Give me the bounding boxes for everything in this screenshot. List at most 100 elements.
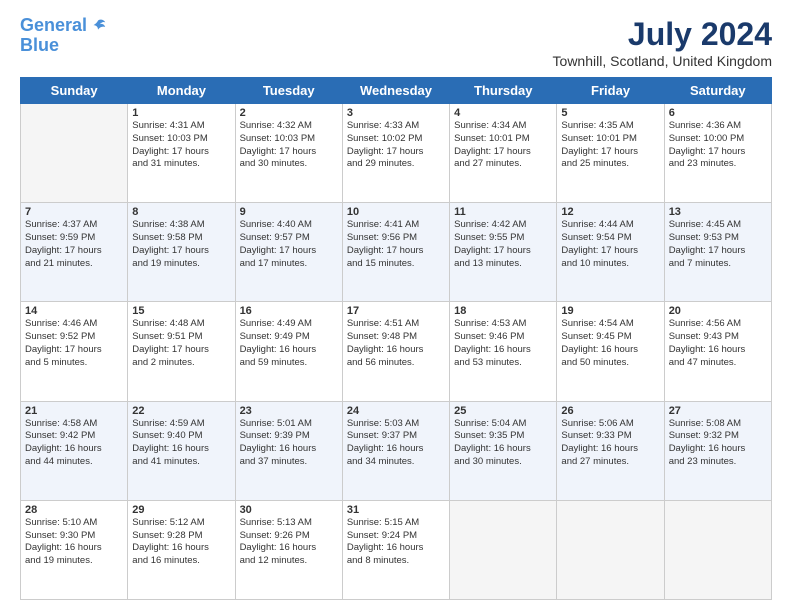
cell-text: Daylight: 17 hours: [561, 146, 659, 159]
cell-text: Sunset: 10:01 PM: [561, 133, 659, 146]
cell-text: Sunrise: 4:33 AM: [347, 120, 445, 133]
month-title: July 2024: [553, 16, 772, 53]
calendar-cell: 12Sunrise: 4:44 AMSunset: 9:54 PMDayligh…: [557, 203, 664, 302]
cell-text: Daylight: 16 hours: [347, 542, 445, 555]
cell-text: Sunrise: 4:31 AM: [132, 120, 230, 133]
calendar-cell: [557, 500, 664, 599]
cell-text: Sunrise: 4:32 AM: [240, 120, 338, 133]
cell-text: and 34 minutes.: [347, 456, 445, 469]
col-header-wednesday: Wednesday: [342, 78, 449, 104]
cell-text: and 59 minutes.: [240, 357, 338, 370]
day-number: 12: [561, 206, 659, 218]
calendar-cell: 8Sunrise: 4:38 AMSunset: 9:58 PMDaylight…: [128, 203, 235, 302]
cell-text: Daylight: 17 hours: [669, 245, 767, 258]
day-number: 22: [132, 405, 230, 417]
cell-text: Daylight: 16 hours: [132, 542, 230, 555]
cell-text: Sunrise: 4:42 AM: [454, 219, 552, 232]
cell-text: Daylight: 16 hours: [240, 542, 338, 555]
cell-text: Sunrise: 4:40 AM: [240, 219, 338, 232]
cell-text: Sunset: 9:39 PM: [240, 430, 338, 443]
calendar-cell: 31Sunrise: 5:15 AMSunset: 9:24 PMDayligh…: [342, 500, 449, 599]
cell-text: Sunrise: 4:41 AM: [347, 219, 445, 232]
cell-text: Sunset: 9:53 PM: [669, 232, 767, 245]
day-number: 8: [132, 206, 230, 218]
day-number: 18: [454, 305, 552, 317]
cell-text: Sunset: 9:46 PM: [454, 331, 552, 344]
calendar-cell: 21Sunrise: 4:58 AMSunset: 9:42 PMDayligh…: [21, 401, 128, 500]
cell-text: Sunrise: 5:13 AM: [240, 517, 338, 530]
cell-text: Sunrise: 5:06 AM: [561, 418, 659, 431]
cell-text: Sunset: 9:30 PM: [25, 530, 123, 543]
cell-text: and 25 minutes.: [561, 158, 659, 171]
cell-text: Daylight: 16 hours: [454, 344, 552, 357]
cell-text: Sunrise: 5:04 AM: [454, 418, 552, 431]
day-number: 5: [561, 107, 659, 119]
cell-text: Sunrise: 4:45 AM: [669, 219, 767, 232]
day-number: 30: [240, 504, 338, 516]
logo-text: General: [20, 16, 87, 36]
day-number: 7: [25, 206, 123, 218]
cell-text: Sunset: 9:56 PM: [347, 232, 445, 245]
cell-text: Daylight: 16 hours: [669, 344, 767, 357]
cell-text: Daylight: 17 hours: [25, 344, 123, 357]
calendar-cell: 30Sunrise: 5:13 AMSunset: 9:26 PMDayligh…: [235, 500, 342, 599]
calendar-cell: 9Sunrise: 4:40 AMSunset: 9:57 PMDaylight…: [235, 203, 342, 302]
cell-text: and 12 minutes.: [240, 555, 338, 568]
day-number: 25: [454, 405, 552, 417]
day-number: 2: [240, 107, 338, 119]
cell-text: Daylight: 17 hours: [132, 344, 230, 357]
cell-text: and 7 minutes.: [669, 258, 767, 271]
day-number: 9: [240, 206, 338, 218]
cell-text: Daylight: 16 hours: [454, 443, 552, 456]
cell-text: Daylight: 17 hours: [454, 146, 552, 159]
cell-text: Sunset: 9:59 PM: [25, 232, 123, 245]
cell-text: Sunset: 9:43 PM: [669, 331, 767, 344]
cell-text: Daylight: 16 hours: [132, 443, 230, 456]
calendar-cell: 16Sunrise: 4:49 AMSunset: 9:49 PMDayligh…: [235, 302, 342, 401]
cell-text: Daylight: 17 hours: [454, 245, 552, 258]
cell-text: Daylight: 16 hours: [561, 344, 659, 357]
day-number: 20: [669, 305, 767, 317]
cell-text: Sunset: 10:03 PM: [132, 133, 230, 146]
calendar-cell: 23Sunrise: 5:01 AMSunset: 9:39 PMDayligh…: [235, 401, 342, 500]
cell-text: and 53 minutes.: [454, 357, 552, 370]
calendar-cell: 26Sunrise: 5:06 AMSunset: 9:33 PMDayligh…: [557, 401, 664, 500]
day-number: 27: [669, 405, 767, 417]
calendar-cell: 13Sunrise: 4:45 AMSunset: 9:53 PMDayligh…: [664, 203, 771, 302]
calendar-cell: 29Sunrise: 5:12 AMSunset: 9:28 PMDayligh…: [128, 500, 235, 599]
calendar-cell: [450, 500, 557, 599]
calendar-cell: 20Sunrise: 4:56 AMSunset: 9:43 PMDayligh…: [664, 302, 771, 401]
calendar-week-row: 1Sunrise: 4:31 AMSunset: 10:03 PMDayligh…: [21, 104, 772, 203]
cell-text: and 2 minutes.: [132, 357, 230, 370]
calendar-cell: 25Sunrise: 5:04 AMSunset: 9:35 PMDayligh…: [450, 401, 557, 500]
cell-text: and 23 minutes.: [669, 158, 767, 171]
cell-text: Daylight: 16 hours: [240, 443, 338, 456]
day-number: 11: [454, 206, 552, 218]
calendar-cell: [21, 104, 128, 203]
col-header-tuesday: Tuesday: [235, 78, 342, 104]
cell-text: Sunset: 10:02 PM: [347, 133, 445, 146]
cell-text: Sunset: 9:48 PM: [347, 331, 445, 344]
cell-text: Sunrise: 5:12 AM: [132, 517, 230, 530]
col-header-monday: Monday: [128, 78, 235, 104]
cell-text: and 15 minutes.: [347, 258, 445, 271]
cell-text: Sunset: 9:32 PM: [669, 430, 767, 443]
cell-text: Sunset: 9:33 PM: [561, 430, 659, 443]
cell-text: Daylight: 16 hours: [347, 443, 445, 456]
cell-text: and 17 minutes.: [240, 258, 338, 271]
cell-text: and 27 minutes.: [561, 456, 659, 469]
calendar-cell: 4Sunrise: 4:34 AMSunset: 10:01 PMDayligh…: [450, 104, 557, 203]
cell-text: Sunset: 9:42 PM: [25, 430, 123, 443]
col-header-sunday: Sunday: [21, 78, 128, 104]
calendar-cell: 7Sunrise: 4:37 AMSunset: 9:59 PMDaylight…: [21, 203, 128, 302]
cell-text: Daylight: 17 hours: [669, 146, 767, 159]
day-number: 17: [347, 305, 445, 317]
cell-text: and 8 minutes.: [347, 555, 445, 568]
cell-text: Sunset: 9:49 PM: [240, 331, 338, 344]
calendar-cell: 1Sunrise: 4:31 AMSunset: 10:03 PMDayligh…: [128, 104, 235, 203]
day-number: 28: [25, 504, 123, 516]
cell-text: Sunset: 9:37 PM: [347, 430, 445, 443]
cell-text: Sunrise: 4:34 AM: [454, 120, 552, 133]
cell-text: Daylight: 16 hours: [240, 344, 338, 357]
cell-text: Sunrise: 4:51 AM: [347, 318, 445, 331]
